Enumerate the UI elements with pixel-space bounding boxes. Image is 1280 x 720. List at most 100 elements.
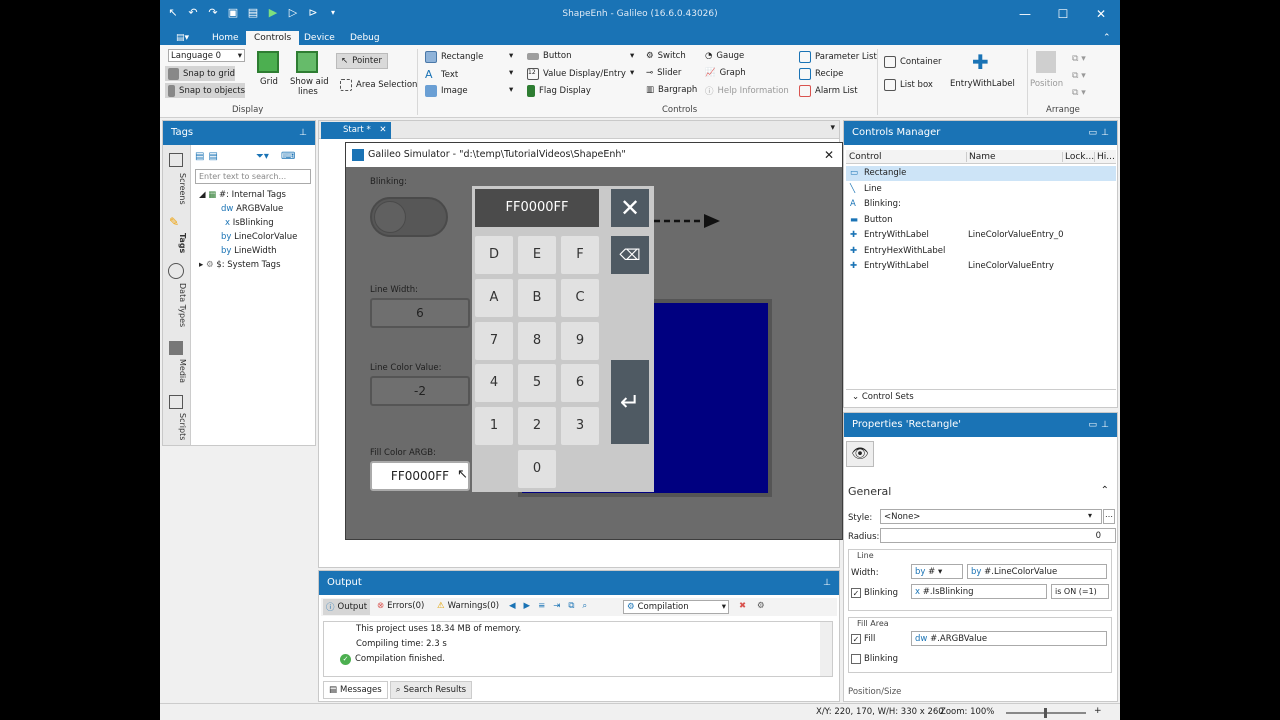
tag-search-input[interactable]: Enter text to search... [195,169,311,184]
tab-controls[interactable]: Controls [246,31,300,45]
file-menu-icon[interactable]: ▤▾ [168,31,197,45]
key-0[interactable]: 0 [518,450,556,488]
language-select[interactable]: Language 0 ▾ [168,49,245,62]
help-information-control[interactable]: ⓘ Help Information [705,85,789,97]
key-7[interactable]: 7 [475,322,513,360]
tab-home[interactable]: Home [204,31,247,45]
col-name[interactable]: Name [966,152,996,162]
key-3[interactable]: 3 [561,407,599,445]
slider-control[interactable]: ⊸ Slider [646,68,681,78]
tab-device[interactable]: Device [296,31,343,45]
tab-search-results[interactable]: ⌕ Search Results [389,681,473,699]
maximize-panel-icon[interactable]: ▭ [1088,413,1097,437]
arrange-icons[interactable]: ⧉ ▾ ⧉ ▾ ⧉ ▾ [1072,51,1086,102]
prev-icon[interactable]: ◀ [509,601,516,611]
tags-icon[interactable]: ✎ [169,215,179,229]
tree-item-internal-tags[interactable]: ◢ ▦ #: Internal Tags [199,190,286,200]
button-control[interactable]: Button [527,51,571,61]
blinking-checkbox-row[interactable]: ✓ Blinking [851,588,898,598]
zoom-slider-thumb[interactable] [1044,708,1047,718]
controls-table-row[interactable]: ╲ Line [846,182,1116,197]
output-tab-output[interactable]: ⓘ Output [323,599,371,615]
list-box-control[interactable]: List box [884,79,933,91]
output-filter-select[interactable]: ⚙ Compilation ▾ [623,600,729,614]
collapse-section-icon[interactable]: ⌃ [1101,485,1109,496]
position-size-section[interactable]: Position/Size [848,687,901,697]
controls-table-row[interactable]: ✚ EntryWithLabel LineColorValueEntry [846,259,1116,274]
tab-scripts[interactable]: Scripts [167,413,187,440]
tab-start[interactable]: Start * ✕ [321,122,391,139]
key-8[interactable]: 8 [518,322,556,360]
zoom-in-icon[interactable]: + [1094,706,1102,716]
style-select[interactable]: <None> [880,509,1102,524]
entry-with-label-control[interactable]: EntryWithLabel [950,79,1015,89]
maximize-panel-icon[interactable]: ▭ [1088,121,1097,145]
key-f[interactable]: F [561,236,599,274]
fill-checkbox-row[interactable]: ✓ Fill [851,634,875,644]
key-4[interactable]: 4 [475,364,513,402]
key-b[interactable]: B [518,279,556,317]
tree-item-tag[interactable]: x IsBlinking [225,218,274,228]
expand-all-icon[interactable]: ▤ [195,151,204,162]
scripts-icon[interactable] [169,395,183,409]
tree-item-tag[interactable]: by LineWidth [221,246,277,256]
blinking-toggle[interactable] [370,197,448,237]
controls-table-row[interactable]: ✚ EntryHexWithLabel [846,244,1116,259]
switch-control[interactable]: ⚙ Switch [646,51,686,61]
key-5[interactable]: 5 [518,364,556,402]
blinking-binding-select[interactable]: x #.IsBlinking [911,584,1047,599]
tab-list-icon[interactable]: ▾ [830,123,835,133]
close-simulator-button[interactable]: ✕ [824,143,834,167]
key-2[interactable]: 2 [518,407,556,445]
key-9[interactable]: 9 [561,322,599,360]
position-icon[interactable] [1036,51,1056,73]
maximize-button[interactable]: ☐ [1044,0,1082,29]
snap-to-objects-button[interactable]: Snap to objects [165,83,245,98]
checkbox-checked[interactable]: ✓ [851,588,861,598]
eye-icon[interactable]: 👁 [846,441,874,467]
close-tab-icon[interactable]: ✕ [379,125,386,135]
text-control[interactable]: A Text [425,68,458,81]
chevron-down-icon[interactable]: ▾ [1088,511,1092,520]
grid-button-label[interactable]: Grid [260,77,278,87]
data-types-icon[interactable] [168,263,184,279]
fill-color-field[interactable]: FF0000FF [370,461,470,491]
next-icon[interactable]: ▶ [524,601,531,611]
fill-blinking-checkbox-row[interactable]: Blinking [851,654,898,664]
grid-large-icon[interactable] [257,51,279,73]
line-width-field[interactable]: 6 [370,298,470,328]
parameter-list-control[interactable]: Parameter List [799,51,877,63]
collapse-all-icon[interactable]: ▤ [208,151,217,162]
tab-tags[interactable]: Tags [167,233,187,253]
tree-item-system-tags[interactable]: ▸ ⚙ $: System Tags [199,260,281,270]
more-button[interactable]: … [1103,509,1115,524]
puzzle-icon[interactable]: ✚ [972,51,994,73]
control-sets-row[interactable]: ⌄ Control Sets [846,389,1116,403]
dropdown-icon[interactable]: ▾ [630,51,634,61]
controls-table-row[interactable]: ▭ Rectangle [846,166,1116,181]
expand-icon[interactable]: ▸ [199,260,203,270]
filter-icon[interactable]: ⏷▾ [256,151,269,162]
key-a[interactable]: A [475,279,513,317]
expand-icon[interactable]: ◢ [199,190,206,200]
width-type-select[interactable]: by # ▾ [911,564,963,579]
area-selection-button[interactable]: Area Selection [340,79,417,91]
keypad-cancel-button[interactable]: ✕ [611,189,649,227]
width-binding-select[interactable]: by #.LineColorValue [967,564,1107,579]
key-1[interactable]: 1 [475,407,513,445]
pin-icon[interactable]: ⊥ [823,571,831,595]
screens-icon[interactable] [169,153,183,167]
line-color-field[interactable]: -2 [370,376,470,406]
output-tab-warnings[interactable]: ⚠ Warnings(0) [437,601,499,611]
col-hidden[interactable]: Hi... [1094,152,1115,162]
checkbox-unchecked[interactable] [851,654,861,664]
radius-input[interactable]: 0 [880,528,1116,543]
media-icon[interactable] [169,341,183,355]
gauge-control[interactable]: ◔ Gauge [705,51,744,61]
close-button[interactable]: ✕ [1082,0,1120,29]
dropdown-icon[interactable]: ▾ [509,68,513,78]
controls-table-row[interactable]: ▬ Button [846,213,1116,228]
value-display-control[interactable]: 12 Value Display/Entry [527,68,626,80]
tab-debug[interactable]: Debug [342,31,388,45]
dropdown-icon[interactable]: ▾ [630,68,634,78]
